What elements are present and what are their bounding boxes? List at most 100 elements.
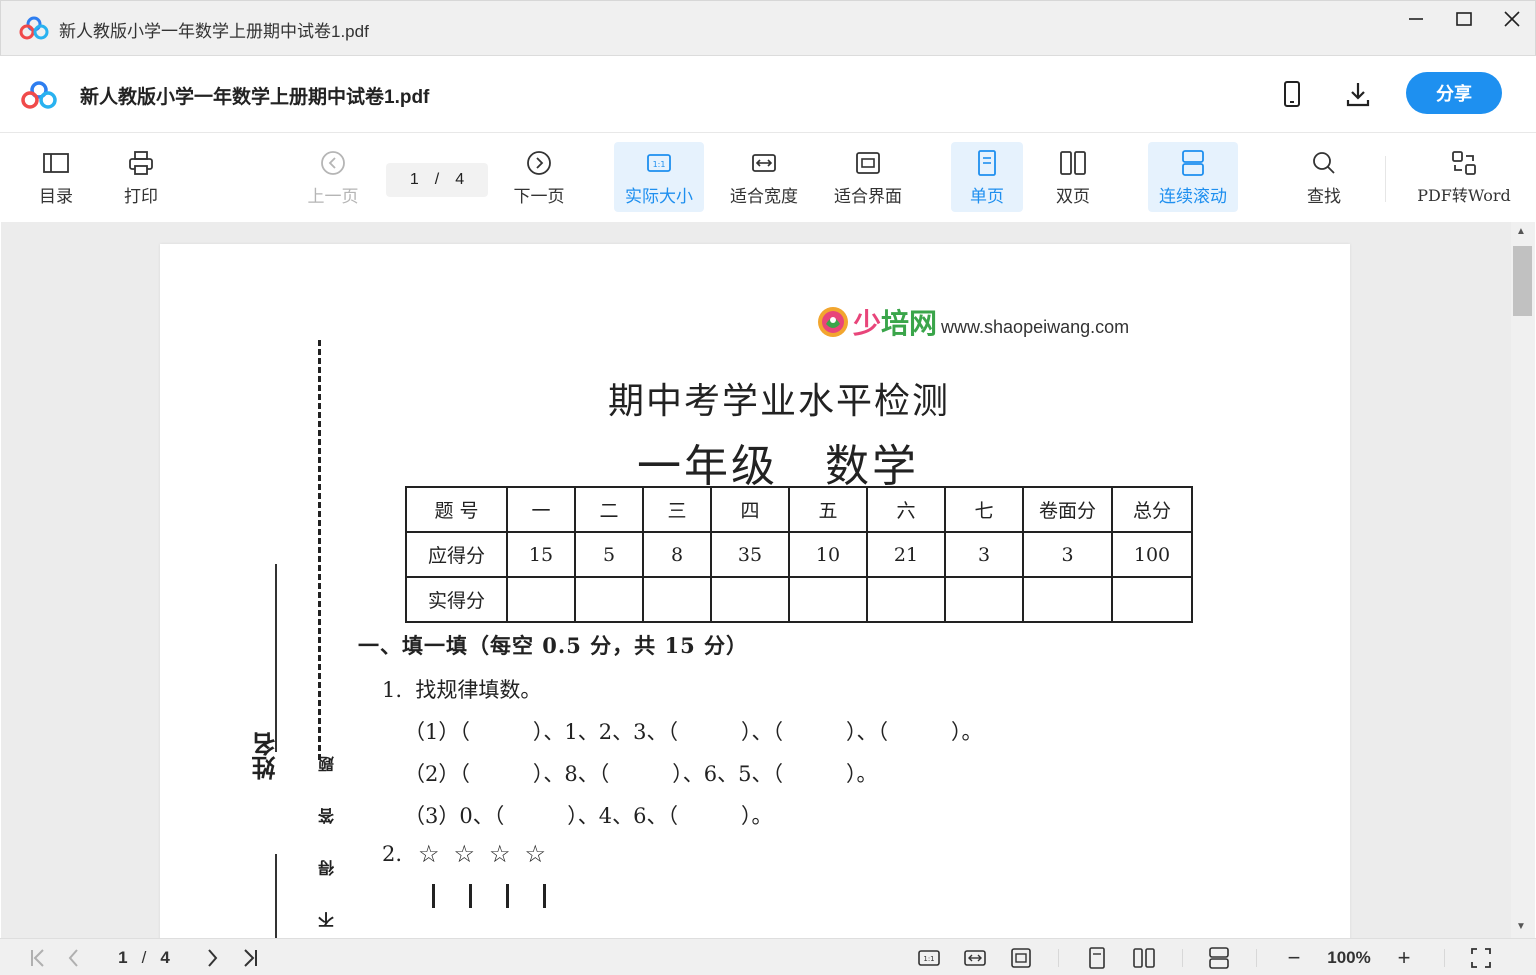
continuous-scroll-button[interactable]: 连续滚动 [1148, 142, 1238, 212]
actual-size-icon: 1:1 [647, 154, 671, 172]
maximize-button[interactable] [1447, 7, 1481, 31]
question-1: 1. 找规律填数。 [382, 678, 542, 702]
watermark-brand: 少培网 www.shaopeiwang.com [815, 302, 1129, 342]
table-cell: 5 [574, 531, 644, 578]
close-button[interactable] [1495, 7, 1529, 31]
table-cell [866, 576, 946, 623]
prev-page-small-button[interactable] [62, 945, 86, 971]
margin-text: 不 [318, 912, 337, 928]
status-bar: 1 / 4 1:1 − 100% + [0, 938, 1536, 975]
fit-page-icon [1011, 948, 1031, 968]
zoom-out-button[interactable]: − [1282, 945, 1306, 971]
mobile-phone-icon[interactable] [1276, 78, 1308, 110]
fit-width-label: 适合宽度 [730, 187, 798, 206]
last-page-icon [244, 949, 257, 967]
vertical-scrollbar[interactable]: ▲ ▼ [1511, 222, 1535, 938]
search-icon [1313, 152, 1335, 174]
toc-button[interactable]: 目录 [30, 142, 82, 212]
table-cell: 8 [642, 531, 712, 578]
baidu-netdisk-logo-icon [21, 81, 57, 109]
status-page-indicator[interactable]: 1 / 4 [104, 945, 184, 971]
table-cell [710, 576, 790, 623]
status-page-separator: / [141, 948, 147, 967]
continuous-scroll-icon [1209, 947, 1229, 969]
prev-page-label: 上一页 [307, 187, 359, 206]
status-single-page-button[interactable] [1084, 945, 1110, 971]
last-page-button[interactable] [238, 945, 262, 971]
table-of-contents-icon [43, 153, 69, 173]
table-cell [1111, 576, 1193, 623]
fullscreen-button[interactable] [1468, 945, 1494, 971]
search-button[interactable]: 查找 [1294, 142, 1354, 212]
brand-url: www.shaopeiwang.com [941, 316, 1130, 337]
minimize-button[interactable] [1399, 7, 1433, 31]
single-page-icon [978, 150, 996, 176]
maximize-icon [1456, 12, 1472, 26]
margin-text: 题 [318, 756, 337, 772]
table-cell [1022, 576, 1113, 623]
status-double-page-button[interactable] [1130, 945, 1158, 971]
table-cell: 35 [710, 531, 790, 578]
tally-bar [543, 884, 546, 908]
status-fit-page-button[interactable] [1008, 945, 1034, 971]
fit-width-icon [752, 154, 776, 172]
table-cell: 应得分 [405, 531, 508, 578]
continuous-scroll-icon [1182, 150, 1204, 176]
window-title: 新人教版小学一年数学上册期中试卷1.pdf [59, 22, 369, 41]
toolbar-divider [1385, 156, 1386, 202]
scroll-up-arrow-icon[interactable]: ▲ [1516, 226, 1526, 237]
scrollbar-thumb[interactable] [1513, 246, 1532, 316]
table-cell: 3 [944, 531, 1024, 578]
table-cell: 七 [944, 486, 1024, 533]
single-page-button[interactable]: 单页 [951, 142, 1023, 212]
chevron-left-icon [68, 949, 78, 967]
zoom-in-button[interactable]: + [1392, 945, 1416, 971]
document-viewer[interactable]: 少培网 www.shaopeiwang.com 期中考学业水平检测 一年级 数学… [1, 222, 1511, 938]
table-cell: 实得分 [405, 576, 508, 623]
brand-name-part-b: 培网 [881, 307, 938, 340]
print-button[interactable]: 打印 [115, 142, 167, 212]
window-titlebar: 新人教版小学一年数学上册期中试卷1.pdf [0, 0, 1536, 56]
share-button[interactable]: 分享 [1406, 72, 1502, 114]
svg-text:1:1: 1:1 [653, 160, 666, 169]
download-icon[interactable] [1342, 78, 1374, 110]
minimize-icon [1409, 18, 1423, 20]
double-page-icon [1060, 151, 1086, 175]
next-page-small-button[interactable] [200, 945, 224, 971]
status-actual-size-button[interactable]: 1:1 [916, 945, 942, 971]
table-row: 应得分 15 5 8 35 10 21 3 3 100 [405, 531, 1193, 578]
brand-name: 少培网 [853, 302, 937, 342]
question-2: 2. [382, 842, 403, 866]
question-1-1: （1）（ ）、1、2、3、（ ）、（ ）、（ ）。 [404, 720, 983, 744]
table-cell: 一 [506, 486, 576, 533]
toc-label: 目录 [39, 187, 73, 206]
fit-width-button[interactable]: 适合宽度 [722, 142, 806, 212]
table-cell: 100 [1111, 531, 1193, 578]
name-underline [275, 564, 277, 752]
fit-page-button[interactable]: 适合界面 [826, 142, 910, 212]
page-number-box[interactable]: 1 / 4 [386, 163, 488, 197]
pdf-to-word-button[interactable]: PDF转Word [1412, 142, 1516, 212]
actual-size-label: 实际大小 [625, 187, 693, 206]
viewer-toolbar: 目录 打印 上一页 下一页 1:1 实际大小 适合宽度 适合界面 单页 双页 连… [0, 134, 1536, 222]
brand-name-part-a: 少 [853, 307, 882, 340]
exam-title: 期中考学业水平检测 [608, 381, 951, 422]
next-page-button[interactable]: 下一页 [506, 142, 572, 212]
margin-text: 答 [318, 808, 337, 824]
prev-page-button[interactable]: 上一页 [300, 142, 366, 212]
status-continuous-scroll-button[interactable] [1206, 945, 1232, 971]
status-divider [1256, 949, 1257, 967]
actual-size-button[interactable]: 1:1 实际大小 [614, 142, 704, 212]
tally-bar [469, 884, 472, 908]
status-fit-width-button[interactable] [962, 945, 988, 971]
scroll-down-arrow-icon[interactable]: ▼ [1516, 921, 1526, 932]
table-cell [574, 576, 644, 623]
zoom-level[interactable]: 100% [1318, 945, 1380, 971]
tally-bar [432, 884, 435, 908]
table-row: 实得分 [405, 576, 1193, 623]
first-page-button[interactable] [26, 945, 50, 971]
double-page-button[interactable]: 双页 [1040, 142, 1106, 212]
actual-size-icon: 1:1 [918, 950, 940, 966]
question-1-3: （3）0、（ ）、4、6、（ ）。 [404, 804, 773, 828]
question-1-2: （2）（ ）、8、（ ）、6、5、（ ）。 [404, 762, 878, 786]
